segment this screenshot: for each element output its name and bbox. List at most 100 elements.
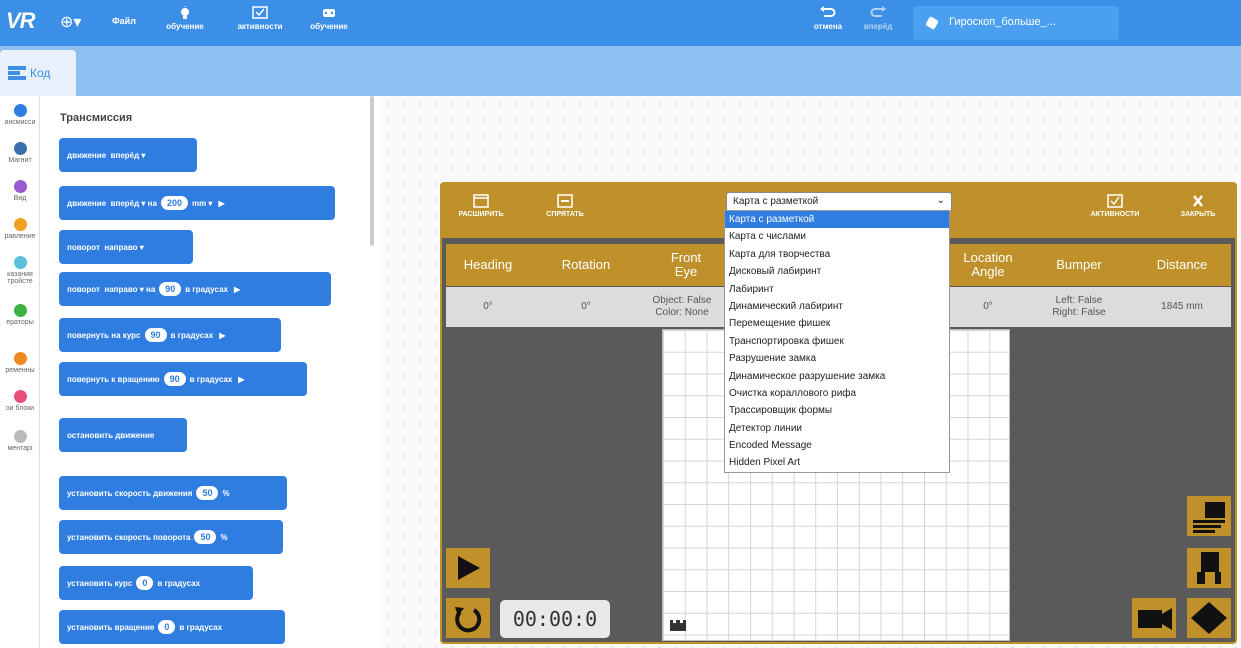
block-stop-driving[interactable]: остановить движение <box>59 418 187 452</box>
category-color-dot <box>13 218 27 231</box>
map-select[interactable]: Карта с разметкой ⌄ <box>726 192 952 212</box>
project-name-box[interactable]: Гироскоп_больше_... <box>913 6 1119 40</box>
category-looks[interactable]: Вид <box>0 180 40 202</box>
vr-logo: VR <box>6 8 36 33</box>
category-my-blocks[interactable]: ои блоки <box>0 390 40 412</box>
hide-button[interactable]: СПРЯТАТЬ <box>538 194 592 218</box>
block-set-turn-velocity[interactable]: установить скорость поворота 50 % <box>59 520 283 554</box>
map-option[interactable]: Очистка кораллового рифа <box>725 385 949 402</box>
heading-input[interactable]: 90 <box>144 328 167 342</box>
reset-button[interactable] <box>446 598 490 638</box>
rotation-value: 0° <box>581 301 591 312</box>
tutorials-label: обучение <box>166 22 204 31</box>
tab-code-label: Код <box>30 66 51 80</box>
language-globe-icon[interactable]: ⊕▾ <box>60 12 81 32</box>
top-view-icon <box>1191 602 1227 634</box>
map-option[interactable]: Карта с числами <box>725 228 949 245</box>
undo-label: отмена <box>813 22 843 31</box>
map-option[interactable]: Динамический лабиринт <box>725 298 949 315</box>
block-turn-to-rotation[interactable]: повернуть к вращению 90 в градусах ▶ <box>59 362 307 396</box>
redo-button[interactable]: вперёд <box>856 6 900 31</box>
block-turn-to-heading[interactable]: повернуть на курс 90 в градусах ▶ <box>59 318 281 352</box>
robot-view-button[interactable] <box>1187 548 1231 588</box>
map-option[interactable]: Карта для творчества <box>725 246 949 263</box>
block-set-heading[interactable]: установить курс 0 в градусах <box>59 566 253 600</box>
category-label: ансмисси <box>4 119 36 126</box>
heading-value: 0° <box>483 301 493 312</box>
category-color-dot <box>13 352 27 365</box>
map-option[interactable]: Детектор линии <box>725 420 949 437</box>
category-magnet[interactable]: Магнит <box>0 142 40 164</box>
category-label: ментарі <box>7 445 33 452</box>
category-comments[interactable]: ментарі <box>0 430 40 452</box>
timer: 00:00:0 <box>500 600 610 638</box>
set-heading-input[interactable]: 0 <box>136 576 154 590</box>
activities-label: активности <box>237 22 283 31</box>
category-operators[interactable]: ераторы <box>0 304 40 326</box>
top-view-button[interactable] <box>1187 598 1231 638</box>
category-label: казания тройсте <box>7 271 33 285</box>
category-color-dot <box>13 180 27 193</box>
dashboard-icon <box>1193 502 1225 533</box>
category-color-dot <box>13 430 27 443</box>
lightbulb-icon <box>181 6 189 19</box>
redo-icon <box>870 6 886 17</box>
front-eye-header: Front Eye <box>670 250 702 279</box>
play-block-icon: ▶ <box>238 374 245 384</box>
map-option[interactable]: Карта с разметкой <box>725 211 949 229</box>
tab-code[interactable]: Код <box>0 50 76 96</box>
palette-scrollbar[interactable] <box>370 96 374 246</box>
map-option[interactable]: Разрушение замка <box>725 350 949 367</box>
bumper-header: Bumper <box>1056 257 1102 272</box>
map-option[interactable]: Трассировщик формы <box>725 402 949 419</box>
castle-icon <box>670 620 686 631</box>
map-option[interactable]: Динамическое разрушение замка <box>725 368 949 385</box>
block-drive-for[interactable]: движение вперёд ▾ на 200 mm ▾ ▶ <box>59 186 335 220</box>
play-button[interactable] <box>446 548 490 588</box>
sensor-dashboard-button[interactable] <box>1187 496 1231 536</box>
activities-button[interactable]: активности <box>228 6 292 31</box>
file-menu[interactable]: Файл <box>112 16 136 26</box>
turn-velocity-input[interactable]: 50 <box>194 530 217 544</box>
category-control[interactable]: равление <box>0 218 40 240</box>
block-set-rotation[interactable]: установить вращение 0 в градусах <box>59 610 285 644</box>
category-color-dot <box>13 142 27 155</box>
location-angle-value: 0° <box>983 301 993 312</box>
close-button[interactable]: ЗАКРЫТЬ <box>1170 194 1226 218</box>
tutorials-button[interactable]: обучение <box>162 6 208 31</box>
category-variables[interactable]: ременны <box>0 352 40 374</box>
activities-panel-button[interactable]: АКТИВНОСТИ <box>1082 194 1148 218</box>
rotation-input[interactable]: 90 <box>163 372 186 386</box>
map-option[interactable]: Encoded Message <box>725 437 949 454</box>
map-option[interactable]: Транспортировка фишек <box>725 333 949 350</box>
expand-button[interactable]: РАСШИРИТЬ <box>450 194 512 218</box>
rotation-header: Rotation <box>561 257 611 272</box>
angle-input[interactable]: 90 <box>159 282 182 296</box>
hide-icon <box>557 194 573 208</box>
block-turn[interactable]: поворот направо ▾ <box>59 230 193 264</box>
category-drivetrain[interactable]: ансмисси <box>0 104 40 126</box>
category-label: Магнит <box>8 157 32 164</box>
block-drive[interactable]: движение вперёд ▾ <box>59 138 197 172</box>
camera-button[interactable] <box>1132 598 1176 638</box>
play-block-icon: ▶ <box>218 198 225 208</box>
distance-header: Distance <box>1156 257 1208 272</box>
map-option[interactable]: Перемещение фишек <box>725 315 949 332</box>
distance-input[interactable]: 200 <box>160 196 188 210</box>
checklist-icon <box>252 6 268 19</box>
category-sensing[interactable]: казания тройсте <box>0 256 40 285</box>
category-color-dot <box>13 390 27 403</box>
block-turn-for[interactable]: поворот направо ▾ на 90 в градусах ▶ <box>59 272 331 306</box>
map-option[interactable]: Hidden Pixel Art <box>725 454 949 471</box>
map-option[interactable]: Лабиринт <box>725 281 949 298</box>
category-color-dot <box>13 304 27 317</box>
learn-button[interactable]: обучение <box>302 6 356 31</box>
set-rotation-input[interactable]: 0 <box>158 620 176 634</box>
map-option[interactable]: Дисковый лабиринт <box>725 263 949 280</box>
velocity-input[interactable]: 50 <box>196 486 219 500</box>
editor-tabs-bar: Код <box>0 46 1241 96</box>
category-label: ои блоки <box>5 405 35 412</box>
project-icon <box>925 16 939 30</box>
block-set-drive-velocity[interactable]: установить скорость движения 50 % <box>59 476 287 510</box>
undo-button[interactable]: отмена <box>806 6 850 31</box>
